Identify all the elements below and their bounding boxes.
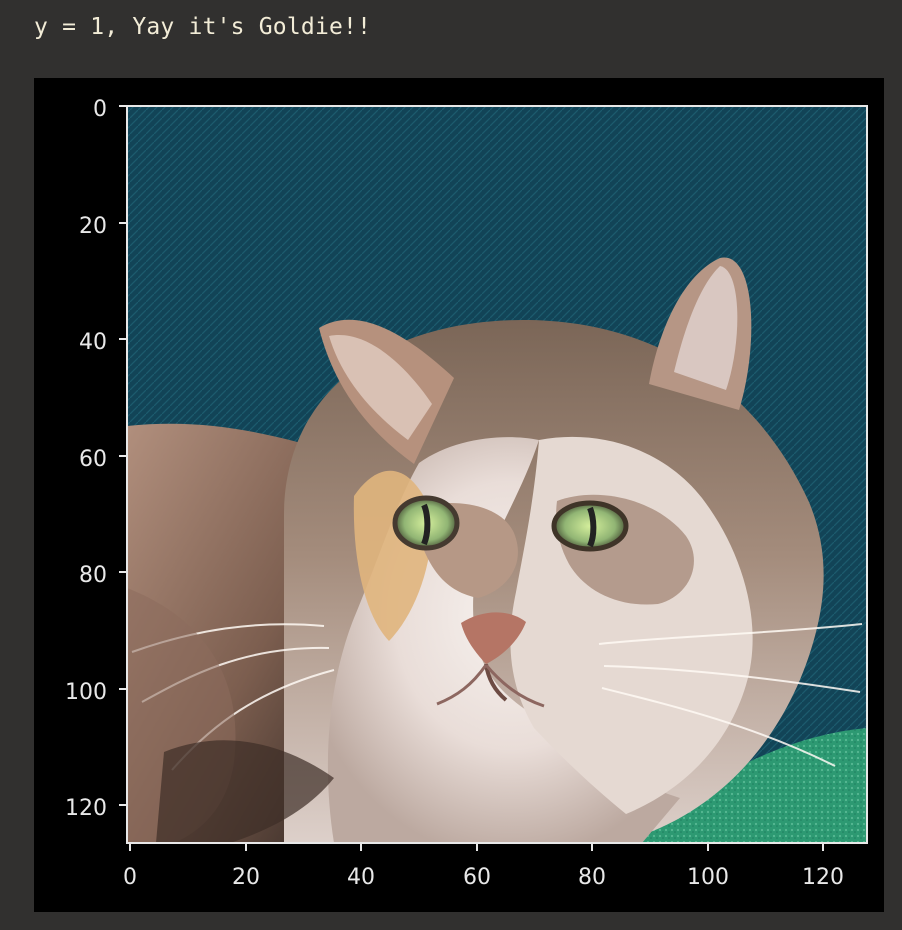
x-tick-label: 100 bbox=[687, 865, 729, 890]
y-tick-label: 0 bbox=[93, 97, 107, 122]
matplotlib-figure: 0 20 40 60 80 100 120 0 20 40 60 80 100 … bbox=[34, 78, 884, 912]
x-tick-label: 40 bbox=[347, 865, 375, 890]
y-tick-label: 80 bbox=[79, 563, 107, 588]
y-tick-label: 100 bbox=[65, 680, 107, 705]
x-tick-label: 120 bbox=[802, 865, 844, 890]
x-tick-label: 0 bbox=[123, 865, 137, 890]
figure-svg: 0 20 40 60 80 100 120 0 20 40 60 80 100 … bbox=[65, 97, 868, 890]
y-tick-label: 40 bbox=[79, 330, 107, 355]
x-tick-label: 80 bbox=[578, 865, 606, 890]
y-axis: 0 20 40 60 80 100 120 bbox=[65, 97, 127, 821]
cat-photo bbox=[127, 106, 867, 843]
x-axis: 0 20 40 60 80 100 120 bbox=[123, 843, 844, 890]
y-tick-label: 60 bbox=[79, 447, 107, 472]
y-tick-label: 20 bbox=[79, 214, 107, 239]
notebook-cell-output: y = 1, Yay it's Goldie!! 0 20 40 60 80 1… bbox=[0, 0, 902, 930]
y-tick-label: 120 bbox=[65, 796, 107, 821]
stdout-text: y = 1, Yay it's Goldie!! bbox=[34, 14, 372, 40]
x-tick-label: 20 bbox=[232, 865, 260, 890]
x-tick-label: 60 bbox=[463, 865, 491, 890]
